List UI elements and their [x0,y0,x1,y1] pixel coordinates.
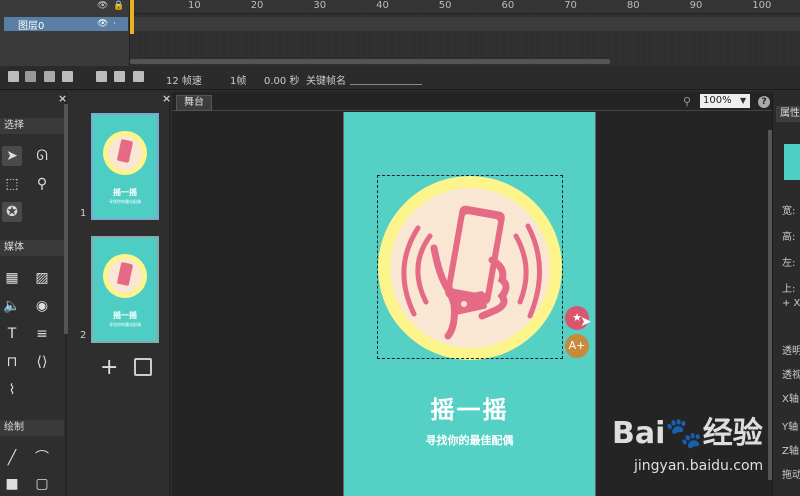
image-tool-icon[interactable]: ▨ [32,268,52,288]
text-tool-icon[interactable]: T [2,324,22,344]
lasso-tool-icon[interactable]: ᘏ [32,146,52,166]
selection-bounding-box[interactable] [377,175,563,359]
help-icon[interactable]: ? [758,96,770,108]
property-label: 上: [782,284,796,295]
timeline-layer-list [0,0,130,66]
property-label: 左: [782,258,796,269]
code-tool-icon[interactable]: ⟨⟩ [32,352,52,372]
property-label: Z轴 [782,446,799,457]
property-label: X轴 [782,394,799,405]
property-label: + X [782,298,800,309]
zoom-tool-icon[interactable]: ⚲ [32,174,52,194]
media-section-label: 媒体 [4,242,24,253]
baidu-watermark-url: jingyan.baidu.com [634,458,764,474]
insert-keyframe-icon[interactable] [114,71,125,82]
add-text-effect-button[interactable]: A+ [565,334,589,358]
paragraph-tool-icon[interactable]: ≡ [32,324,52,344]
grid-tool-icon[interactable]: ▦ [2,268,22,288]
property-label: 高: [782,232,796,243]
time-readout: 0.00 秒 [264,76,300,87]
property-label: 宽: [782,206,796,217]
visibility-eye-icon[interactable]: 👁 [97,1,108,11]
ruler-label: 80 [626,0,640,11]
page-number-1: 1 [80,208,87,219]
delete-frame-icon[interactable] [133,71,144,82]
star-shape-tool-icon[interactable]: ✪ [2,202,22,222]
mouse-cursor-icon: ➤ [580,314,592,330]
rectangle-tool-icon[interactable]: ■ [2,474,22,494]
baidu-watermark-logo: Bai🐾经验 [612,416,763,451]
insert-frame-icon[interactable] [96,71,107,82]
page-subtitle-text[interactable]: 寻找你的最佳配偶 [343,432,596,448]
transform-tool-icon[interactable]: ⬚ [2,174,22,194]
trash-icon[interactable] [44,71,55,82]
magnifier-icon: ⚲ [683,95,692,108]
ruler-label: 70 [564,0,577,11]
layer-track[interactable] [130,17,800,31]
thumb-subtitle: 寻找你的最佳配偶 [109,199,141,204]
property-label: 透明 [782,346,800,357]
ruler-label: 10 [188,0,201,11]
properties-scrollbar[interactable] [768,130,772,480]
ruler-label: 50 [438,0,452,11]
layer-lock-icon[interactable]: · [113,19,116,29]
lock-icon[interactable]: 🔒 [113,1,124,11]
new-layer-icon[interactable] [8,71,19,82]
ruler-label: 60 [501,0,515,11]
ruler-label: 100 [752,0,772,11]
layer-visibility-icon[interactable]: 👁 [97,19,108,29]
keyframe-name-label: 关键帧名 [306,76,346,87]
page-thumbnail-2[interactable]: 摇一摇 寻找你的最佳配偶 [91,236,159,343]
copy-layer-icon[interactable] [62,71,73,82]
add-page-button[interactable]: + [100,355,118,380]
arrow-select-tool-icon[interactable]: ➤ [2,146,22,166]
ruler-label: 30 [313,0,327,11]
layer-name[interactable]: 图层0 [18,17,44,32]
stage-tab-divider [172,110,772,111]
select-section-header[interactable]: 选择 [0,118,64,134]
chart-tool-icon[interactable]: ⌇ [2,380,22,400]
property-label: Y轴 [782,422,799,433]
video-tool-icon[interactable]: ◉ [32,296,52,316]
properties-tab[interactable]: 属性 [776,106,800,122]
import-page-icon[interactable] [134,358,152,376]
presentation-tool-icon[interactable]: ⊓ [2,352,22,372]
thumb2-subtitle: 寻找你的最佳配偶 [109,322,141,327]
ruler-label: 40 [376,0,389,11]
selected-element-preview [784,144,800,180]
thumb-title: 摇一摇 [113,188,137,197]
property-label: 透视 [782,370,800,381]
draw-section-label: 绘制 [4,422,24,433]
frame-readout: 1帧 [230,76,247,87]
page-title-text[interactable]: 摇一摇 [343,390,596,425]
draw-section-header[interactable]: 绘制 [0,420,64,436]
line-tool-icon[interactable]: ╱ [2,448,22,468]
folder-icon[interactable] [25,71,36,82]
stage-tab[interactable]: 舞台 [176,95,212,111]
select-section-label: 选择 [4,120,24,131]
playhead[interactable] [130,0,134,34]
property-label: 拖动 [782,470,800,481]
page-number-2: 2 [80,330,87,341]
fps-readout: 12 帧速 [166,76,202,87]
ruler-label: 20 [250,0,264,11]
curve-tool-icon[interactable]: ⌒ [32,448,52,468]
media-section-header[interactable]: 媒体 [0,240,64,256]
chevron-down-icon[interactable]: ▼ [740,94,746,108]
pages-close-icon[interactable]: × [162,92,171,105]
keyframe-name-input[interactable] [350,84,422,85]
timeline-scrollbar[interactable] [130,59,610,64]
page-thumbnail-1[interactable]: 摇一摇 寻找你的最佳配偶 [91,113,159,220]
rounded-rect-tool-icon[interactable]: ▢ [32,474,52,494]
ruler-label: 90 [689,0,703,11]
audio-tool-icon[interactable]: 🔈 [2,296,22,316]
thumb2-title: 摇一摇 [113,311,137,320]
